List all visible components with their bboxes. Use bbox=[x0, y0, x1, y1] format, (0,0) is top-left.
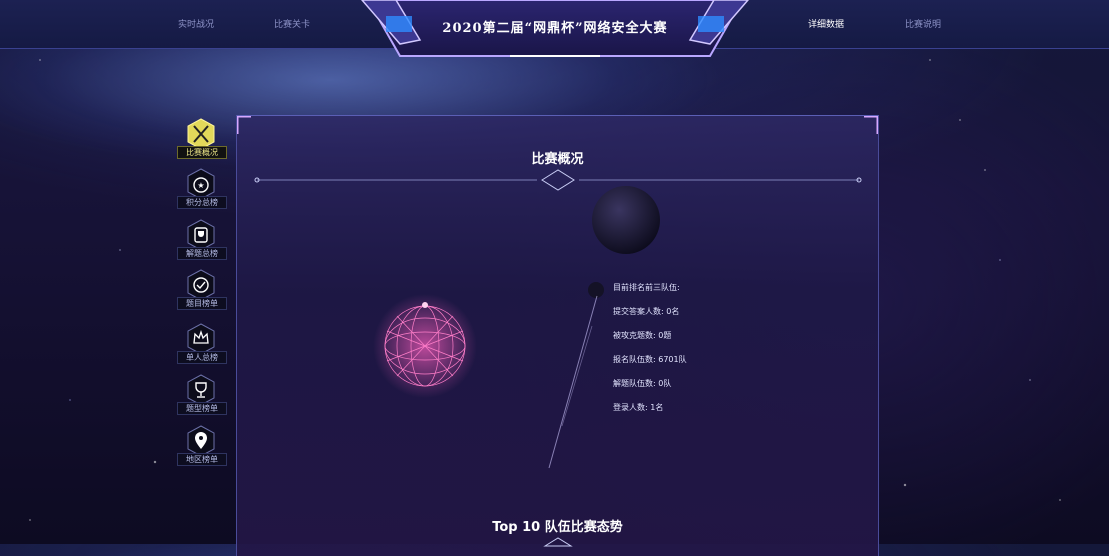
nav-detail-data[interactable]: 详细数据 bbox=[808, 17, 844, 30]
sidebar-item-question-list[interactable]: 题目榜单 bbox=[174, 269, 230, 315]
sidebar-item-label: 地区榜单 bbox=[177, 453, 227, 466]
planet-decoration bbox=[592, 186, 660, 254]
top10-section-title: Top 10 队伍比赛态势 bbox=[492, 520, 623, 535]
sidebar-item-label: 题型榜单 bbox=[177, 402, 227, 415]
top-three-teams-label: 目前排名前三队伍: bbox=[613, 283, 680, 292]
svg-text:★: ★ bbox=[197, 181, 204, 190]
nav-live-battle[interactable]: 实时战况 bbox=[178, 17, 214, 30]
sidebar-item-solve-rank[interactable]: 解题总榜 bbox=[174, 219, 230, 265]
sidebar-item-score-rank[interactable]: ★ 积分总榜 bbox=[174, 168, 230, 214]
registered-teams-count: 报名队伍数: 6701队 bbox=[613, 355, 687, 364]
solving-teams-count: 解题队伍数: 0队 bbox=[613, 379, 672, 388]
sidebar-item-label: 比赛概况 bbox=[177, 146, 227, 159]
solved-questions-count: 被攻克题数: 0题 bbox=[613, 331, 672, 340]
sidebar-item-label: 题目榜单 bbox=[177, 297, 227, 310]
overview-panel: 比赛概况 目前排名前三队伍: 提交答案人数: 0名 被攻克题数: 0题 报名队伍… bbox=[236, 115, 879, 556]
sidebar-item-label: 单人总榜 bbox=[177, 351, 227, 364]
sidebar-item-overview[interactable]: 比赛概况 bbox=[174, 118, 230, 164]
login-count: 登录人数: 1名 bbox=[613, 403, 664, 412]
sidebar-item-label: 解题总榜 bbox=[177, 247, 227, 260]
submitters-count: 提交答案人数: 0名 bbox=[613, 307, 680, 316]
nav-stages[interactable]: 比赛关卡 bbox=[274, 17, 310, 30]
sidebar-item-region-rank[interactable]: 地区榜单 bbox=[174, 425, 230, 471]
title-plate: 2020第二届“网鼎杯”网络安全大赛 bbox=[360, 0, 750, 62]
page-title: 2020第二届“网鼎杯”网络安全大赛 bbox=[442, 21, 668, 36]
sidebar-item-individual-rank[interactable]: 单人总榜 bbox=[174, 323, 230, 369]
panel-decorations bbox=[237, 116, 878, 547]
overview-title: 比赛概况 bbox=[531, 152, 584, 167]
nav-rules[interactable]: 比赛说明 bbox=[905, 17, 941, 30]
sidebar-item-label: 积分总榜 bbox=[177, 196, 227, 209]
sidebar-item-type-rank[interactable]: 题型榜单 bbox=[174, 374, 230, 420]
